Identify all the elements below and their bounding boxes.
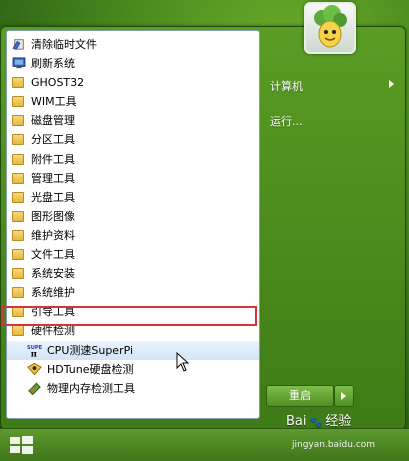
program-item[interactable]: 图形图像 [7, 207, 259, 226]
program-item[interactable]: 光盘工具 [7, 188, 259, 207]
program-item-label: 分区工具 [31, 133, 75, 147]
program-item-label: 系统维护 [31, 286, 75, 300]
folder-icon [12, 172, 24, 184]
folder-icon [12, 268, 24, 280]
program-item[interactable]: 系统安装 [7, 264, 259, 283]
folder-icon [12, 134, 24, 146]
shutdown-options-button[interactable] [334, 385, 354, 407]
hdtune-icon [27, 362, 42, 375]
program-item[interactable]: HDTune硬盘检测 [7, 360, 259, 379]
folder-icon [12, 115, 24, 127]
start-windows-icon[interactable] [6, 433, 36, 457]
program-item[interactable]: 清除临时文件 [7, 35, 259, 54]
program-item-label: 清除临时文件 [31, 38, 97, 51]
program-item[interactable]: 磁盘管理 [7, 111, 259, 130]
clear-temp-icon [12, 39, 24, 50]
program-item[interactable]: 分区工具 [7, 130, 259, 149]
folder-icon [12, 229, 24, 241]
svg-text:π: π [31, 348, 37, 356]
folder-icon [12, 325, 24, 337]
paw-icon: 🐾 [309, 417, 323, 428]
superpi-icon: SUPERπ [27, 345, 42, 357]
refresh-system-icon [12, 57, 26, 69]
program-item[interactable]: 维护资料 [7, 226, 259, 245]
program-item-label: WIM工具 [31, 95, 77, 109]
memtest-icon [28, 382, 41, 395]
program-item-label: 图形图像 [31, 209, 75, 223]
folder-icon [12, 210, 24, 222]
watermark-url: jingyan.baidu.com [292, 440, 376, 450]
chevron-right-icon [341, 392, 346, 400]
cauliflower-avatar-icon [314, 5, 347, 48]
program-item-label: 文件工具 [31, 248, 75, 262]
program-item[interactable]: 物理内存检测工具 [7, 379, 259, 398]
program-item[interactable]: WIM工具 [7, 92, 259, 111]
folder-icon [12, 191, 24, 203]
program-item-label: GHOST32 [31, 76, 85, 90]
watermark-brand-suffix: 经验 [325, 414, 352, 429]
program-item[interactable]: SUPERπ CPU测速SuperPi [7, 340, 259, 360]
program-item-label: CPU测速SuperPi [47, 343, 134, 357]
run-item[interactable]: 运行... [270, 113, 303, 129]
program-item-label: 光盘工具 [31, 190, 75, 204]
program-item-label: 附件工具 [31, 152, 75, 166]
watermark-brand: Bai [286, 414, 307, 429]
mouse-cursor-icon [176, 352, 190, 372]
program-item-label: 硬件检测 [31, 324, 75, 338]
program-item-label: 物理内存检测工具 [47, 381, 135, 395]
program-item-label: 刷新系统 [31, 57, 75, 71]
program-item[interactable]: 刷新系统 [7, 54, 259, 73]
program-item[interactable]: 系统维护 [7, 283, 259, 302]
program-item[interactable]: GHOST32 [7, 73, 259, 92]
program-item[interactable]: 文件工具 [7, 245, 259, 264]
folder-icon [12, 96, 24, 108]
computer-arrow-icon [389, 80, 394, 88]
program-item[interactable]: 管理工具 [7, 169, 259, 188]
restart-button[interactable]: 重启 [266, 385, 334, 407]
program-item-label: 磁盘管理 [31, 114, 75, 128]
watermark-logo: Bai 🐾 经验 [286, 410, 351, 429]
user-avatar[interactable] [304, 2, 356, 54]
folder-icon [12, 77, 24, 89]
highlight-box [2, 306, 257, 326]
folder-icon [12, 249, 24, 261]
folder-icon [12, 287, 24, 299]
program-list: 清除临时文件 刷新系统 GHOST32 WIM工具磁盘管理分区工具附件工具管理工具光盘… [7, 35, 259, 398]
folder-icon [12, 153, 24, 165]
program-item[interactable]: 附件工具 [7, 150, 259, 169]
program-item-label: 系统安装 [31, 267, 75, 281]
computer-item[interactable]: 计算机 [270, 78, 303, 94]
program-item-label: 维护资料 [31, 228, 75, 242]
program-list-pane: 清除临时文件 刷新系统 GHOST32 WIM工具磁盘管理分区工具附件工具管理工具光盘… [6, 30, 260, 419]
program-item-label: 管理工具 [31, 171, 75, 185]
program-item-label: HDTune硬盘检测 [47, 362, 134, 376]
